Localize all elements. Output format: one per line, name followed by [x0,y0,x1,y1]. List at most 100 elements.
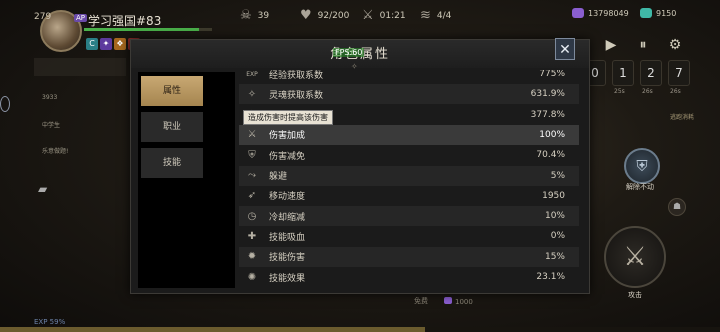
stat-row[interactable]: ✺ 技能效果 23.1% [239,267,579,287]
team-member[interactable]: 乐意做题! [42,146,122,155]
crossed-swords-icon: ⚔ [362,8,374,23]
stat-icon: ⤳ [248,170,256,181]
dialog-header: 角色属性 FPS:60 ✧ ✕ [131,38,589,71]
stat-name: 躲避 [269,172,288,182]
attack-label: 攻击 [628,291,642,299]
stat-row[interactable]: ✧ 灵魂获取系数 631.9% [239,84,579,105]
stat-name: 灵魂获取系数 [269,90,324,101]
stat-row[interactable]: ✚ 技能吸血 0% [239,226,579,246]
buff-icon[interactable]: C [86,38,98,50]
item-slot[interactable]: 1 [612,60,634,86]
auto-button[interactable]: ⛨ [624,148,660,184]
stat-name: 冷却缩减 [269,212,306,223]
exp-label: EXP 59% [34,318,66,326]
stat-value: 100% [539,129,565,140]
kill-counter: ☠ 39 [240,8,270,23]
tab-list: 属性 职业 技能 [141,76,203,184]
tab-attributes[interactable]: 属性 [141,76,203,106]
stat-value: 1950 [542,190,565,201]
stat-name: 技能效果 [269,273,306,284]
auto-label: 解除不动 [626,183,654,191]
gem-value: 1000 [444,296,473,306]
stat-icon: ✚ [247,230,257,242]
stat-icon: ⚔ [247,129,257,141]
stat-value: 23.1% [536,272,565,282]
helmet-icon: ☗ [672,202,682,212]
stat-icon: ✹ [247,251,257,263]
top-right-icons: ▶ ⏸ ⚙ [602,36,684,54]
sword-icon: ⚔ [623,242,647,272]
buff-icon[interactable]: ✦ [100,38,112,50]
stat-row[interactable]: ⤳ 躲避 5% [239,165,579,186]
stat-name: 伤害减免 [269,151,306,162]
player-name: 学习强国#83 [88,14,162,28]
stat-value: 0% [550,231,565,242]
hp-counter: ♥ 92/200 [300,8,350,23]
stat-icon: EXP [246,70,258,78]
pause-icon[interactable]: ⏸ [634,36,652,54]
teal-gem-icon [640,8,652,18]
ap-badge: AP [74,14,88,22]
stat-name: 技能伤害 [269,253,306,264]
close-button[interactable]: ✕ [555,38,575,60]
tab-skills[interactable]: 技能 [141,148,203,178]
stat-value: 775% [539,70,565,79]
stat-row[interactable]: ⛨ 伤害减免 70.4% [239,145,579,165]
bottom-info: 免费 1000 [414,296,473,306]
item-slot[interactable]: 2 [640,60,662,86]
stat-name: 经验获取系数 [269,70,324,81]
skull-icon: ☠ [240,8,252,23]
teal-currency: 9150 [640,8,676,18]
team-member[interactable]: 中学生 [42,120,122,129]
timer: ⚔ 01:21 [362,8,406,23]
heart-icon: ♥ [300,8,312,23]
stat-row[interactable]: ✹ 技能伤害 15% [239,246,579,267]
stat-row[interactable]: EXP 经验获取系数 775% [239,70,579,84]
shield-icon: ⛨ [636,157,648,175]
purple-currency: 13798049 [572,8,629,18]
player-level: 279 [34,12,52,22]
team-panel-header[interactable] [34,58,126,76]
close-icon: ✕ [559,41,571,57]
stat-value: 10% [544,211,565,222]
tab-class[interactable]: 职业 [141,112,203,142]
stat-icon: ➶ [247,190,257,202]
stage-counter: ≋ 4/4 [420,8,452,23]
slot-cooldown: 25s [614,88,625,95]
stat-value: 5% [550,170,565,181]
purple-gem-icon [444,296,452,304]
buff-icon[interactable]: ❖ [114,38,126,50]
slot-cooldown: 26s [670,88,681,95]
stat-name: 移动速度 [269,192,306,203]
team-member[interactable]: 3933 [42,94,122,101]
stat-icon: ✧ [247,88,257,100]
attack-button[interactable]: ⚔ [604,226,666,288]
player-hp-bar [84,28,212,31]
stat-value: 631.9% [530,89,565,100]
stat-value: 70.4% [536,150,565,161]
stat-row[interactable]: ⚔ 伤害加成 100% [239,124,579,145]
play-icon[interactable]: ▶ [602,36,620,54]
stat-icon: ⛨ [248,149,256,161]
purple-gem-icon [572,8,584,18]
stat-value: 377.8% [530,109,565,120]
stat-row[interactable]: ➶ 移动速度 1950 [239,186,579,206]
hud-top: 279 AP 学习强国#83 C ✦ ❖ ✿ ☠39 ♥92/200 ⚔01:2… [0,0,720,52]
skill-button[interactable]: ☗ [668,198,686,216]
stat-list[interactable]: EXP经验获取系数775%✧灵魂获取系数631.9%✦金币获取系数377.8%⚔… [239,70,579,288]
slot-cooldown: 26s [642,88,653,95]
chat-icon[interactable]: ▰ [38,182,47,196]
exp-bar [0,327,720,332]
side-handle-icon[interactable] [0,96,10,112]
fps-counter: FPS:60 [333,48,365,57]
escape-cost-hint: 逃跑消耗 [670,114,695,121]
stat-tooltip: 造成伤害时提高该伤害 [243,110,333,125]
item-slot[interactable]: 7 [668,60,690,86]
stat-name: 伤害加成 [269,131,306,142]
stat-value: 15% [544,251,565,262]
chevron-rank-icon: ≋ [420,8,431,23]
gear-icon[interactable]: ⚙ [666,36,684,54]
character-attributes-dialog: 角色属性 FPS:60 ✧ ✕ 属性 职业 技能 EXP 经验获取系数 775% ✧ 灵… [130,38,590,294]
stat-name: 技能吸血 [269,232,306,243]
stat-row[interactable]: ◷ 冷却缩减 10% [239,206,579,227]
